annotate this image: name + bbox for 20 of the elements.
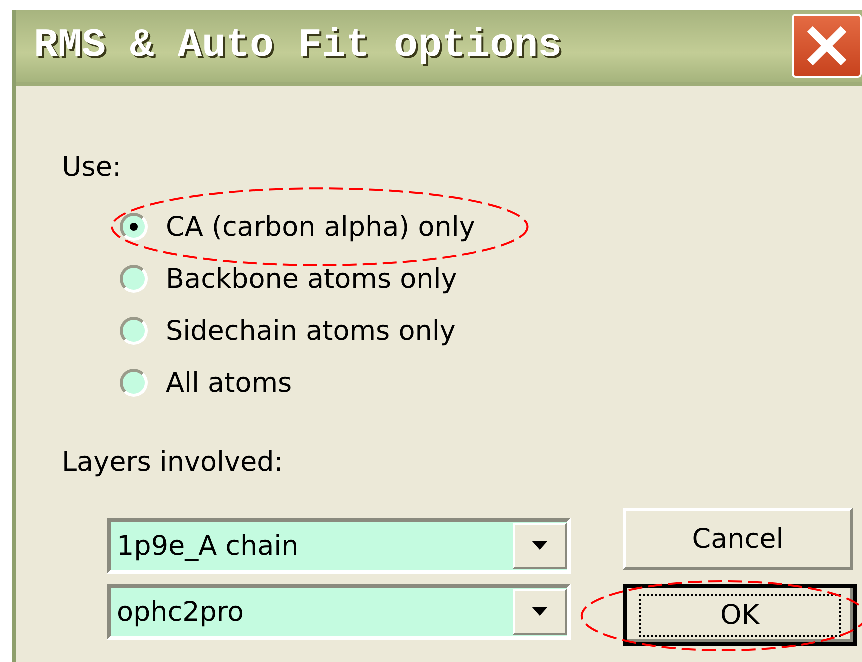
section-label: Layers involved: bbox=[62, 447, 284, 478]
caret-icon bbox=[531, 607, 549, 617]
window-title: RMS & Auto Fit options bbox=[33, 24, 562, 68]
close-button[interactable] bbox=[792, 14, 862, 78]
radio-button[interactable] bbox=[120, 369, 148, 397]
radio-label[interactable]: All atoms bbox=[166, 368, 292, 398]
radio-label[interactable]: Backbone atoms only bbox=[166, 264, 458, 294]
dropdown-arrow-button[interactable] bbox=[513, 589, 567, 635]
close-icon bbox=[807, 26, 847, 66]
caret-icon bbox=[531, 541, 549, 551]
cancel-button[interactable]: Cancel bbox=[623, 508, 853, 570]
layer-dropdown[interactable]: 1p9e_A chain bbox=[107, 518, 571, 574]
layer-dropdown[interactable]: ophc2pro bbox=[107, 584, 571, 640]
radio-button[interactable] bbox=[120, 213, 148, 241]
ok-button[interactable]: OK bbox=[623, 584, 857, 646]
radio-button[interactable] bbox=[120, 265, 148, 293]
radio-label[interactable]: Sidechain atoms only bbox=[166, 316, 456, 346]
radio-button[interactable] bbox=[120, 317, 148, 345]
section-label: Use: bbox=[62, 152, 123, 183]
dropdown-arrow-button[interactable] bbox=[513, 523, 567, 569]
